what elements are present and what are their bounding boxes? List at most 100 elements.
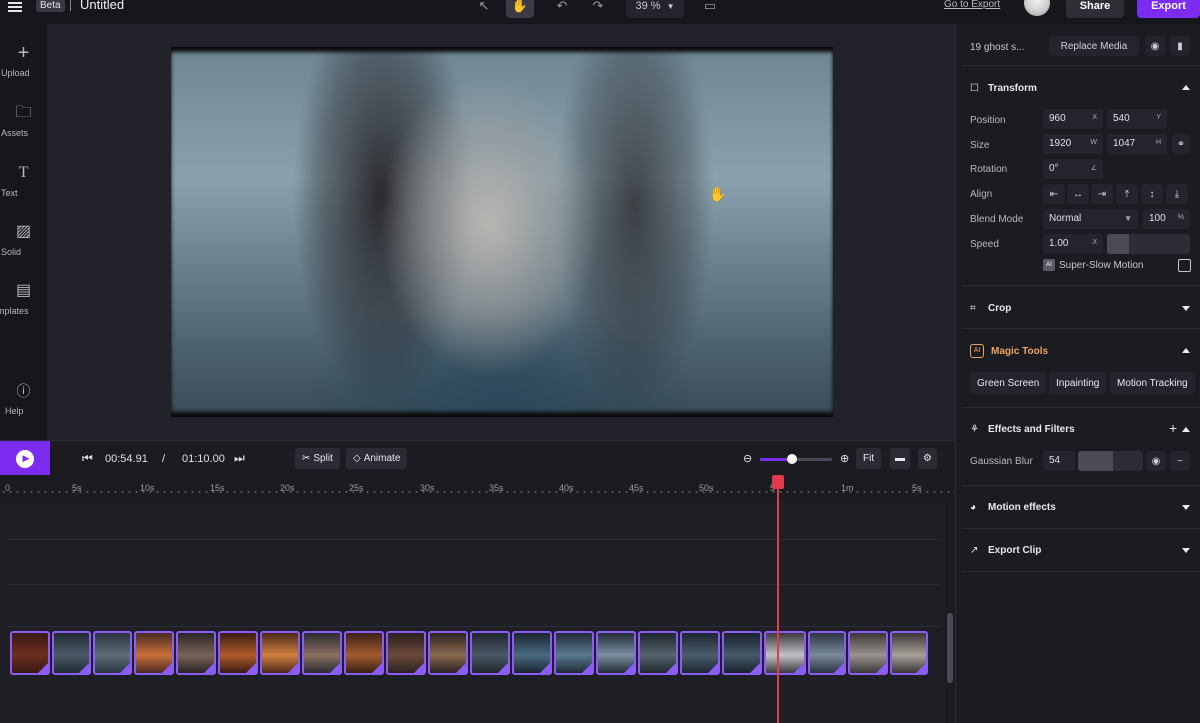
timeline-clip[interactable]	[134, 631, 174, 675]
align-right-icon[interactable]: ⇥	[1091, 184, 1113, 204]
skip-forward-icon[interactable]: ⏭	[234, 451, 245, 466]
transform-title[interactable]: Transform	[988, 83, 1037, 94]
timeline-clip[interactable]	[554, 631, 594, 675]
opacity-input[interactable]: 100 %	[1143, 209, 1190, 229]
timeline-zoom-slider[interactable]	[760, 454, 832, 464]
timeline-clip[interactable]	[808, 631, 846, 675]
video-preview[interactable]	[171, 47, 833, 417]
timeline-clip[interactable]	[638, 631, 678, 675]
timeline-clip[interactable]	[722, 631, 762, 675]
timeline-clip[interactable]	[260, 631, 300, 675]
replace-media-button[interactable]: Replace Media	[1049, 36, 1139, 56]
timeline-scrollbar[interactable]	[945, 503, 955, 723]
position-y-input[interactable]: 540 Y	[1107, 109, 1167, 129]
eye-icon[interactable]: ◉	[1146, 451, 1166, 471]
zoom-out-icon[interactable]: ⊖	[743, 452, 752, 465]
motion-effects-title[interactable]: Motion effects	[988, 502, 1056, 513]
gear-icon[interactable]: ⚙	[918, 448, 937, 469]
super-slow-checkbox[interactable]	[1178, 259, 1191, 272]
crop-title[interactable]: Crop	[988, 303, 1011, 314]
sidebar-item-text[interactable]: T Text	[0, 164, 47, 198]
redo-icon[interactable]: ↷	[584, 0, 612, 18]
playhead[interactable]	[777, 475, 779, 723]
fit-button[interactable]: Fit	[856, 448, 882, 469]
sidebar-item-upload[interactable]: + Upload	[0, 43, 47, 78]
split-button[interactable]: ✂ Split	[295, 448, 340, 469]
align-left-icon[interactable]: ⇤	[1043, 184, 1065, 204]
magic-tools-title[interactable]: Magic Tools	[991, 346, 1048, 357]
motion-tracking-button[interactable]: Motion Tracking	[1110, 372, 1195, 394]
track-height-icon[interactable]: ▬	[890, 448, 910, 469]
align-bottom-icon[interactable]: ⤓	[1166, 184, 1188, 204]
align-top-icon[interactable]: ⤒	[1116, 184, 1138, 204]
timeline-clip[interactable]	[10, 631, 50, 675]
eye-icon[interactable]: ◉	[1145, 36, 1165, 56]
chevron-down-icon[interactable]	[1182, 505, 1190, 510]
export-button[interactable]: Export	[1137, 0, 1200, 18]
chevron-up-icon[interactable]	[1182, 85, 1190, 90]
timeline-clip[interactable]	[52, 631, 91, 675]
timeline-clip[interactable]	[848, 631, 888, 675]
effects-title[interactable]: Effects and Filters	[988, 424, 1075, 435]
timeline-clip[interactable]	[512, 631, 552, 675]
zoom-slider-knob[interactable]	[787, 454, 798, 464]
timeline-clip[interactable]	[386, 631, 426, 675]
export-clip-title[interactable]: Export Clip	[988, 545, 1041, 556]
canvas-area[interactable]: ✋	[47, 24, 955, 440]
timeline-clip[interactable]	[680, 631, 720, 675]
timeline-clip[interactable]	[596, 631, 636, 675]
sidebar-item-help[interactable]: ⓘ Help	[0, 382, 47, 416]
remove-effect-icon[interactable]: −	[1170, 451, 1190, 471]
speed-input[interactable]: 1.00 X	[1043, 234, 1103, 254]
position-x-input[interactable]: 960 X	[1043, 109, 1103, 129]
menu-icon[interactable]	[8, 0, 22, 12]
size-height-input[interactable]: 1047 H	[1107, 134, 1167, 154]
chevron-up-icon[interactable]	[1182, 427, 1190, 432]
timeline-clip[interactable]	[302, 631, 342, 675]
green-screen-button[interactable]: Green Screen	[970, 372, 1047, 394]
sidebar-item-solid[interactable]: ▨ Solid	[0, 223, 47, 257]
timeline-clip[interactable]	[428, 631, 468, 675]
chevron-down-icon[interactable]	[1182, 548, 1190, 553]
timeline-clip[interactable]	[176, 631, 216, 675]
playhead-handle[interactable]	[772, 475, 784, 489]
chevron-up-icon[interactable]	[1182, 348, 1190, 353]
lock-icon[interactable]: ▮	[1170, 36, 1190, 56]
share-button[interactable]: Share	[1066, 0, 1124, 18]
undo-icon[interactable]: ↶	[548, 0, 576, 18]
zoom-in-icon[interactable]: ⊕	[840, 452, 849, 465]
hand-tool-icon[interactable]: ✋	[506, 0, 534, 18]
inpainting-button[interactable]: Inpainting	[1049, 372, 1107, 394]
safe-area-icon[interactable]: ▭	[696, 0, 724, 18]
scrollbar-thumb[interactable]	[947, 613, 953, 683]
zoom-dropdown[interactable]: 39 % ▼	[626, 0, 684, 18]
timeline-clip[interactable]	[218, 631, 258, 675]
rotation-input[interactable]: 0° ∠	[1043, 159, 1103, 179]
play-button[interactable]: ▶	[0, 441, 50, 476]
add-effect-icon[interactable]: +	[1169, 420, 1177, 436]
sidebar-item-assets[interactable]: 🗀 Assets	[0, 104, 47, 138]
gaussian-blur-input[interactable]: 54	[1043, 451, 1075, 471]
timeline-tracks[interactable]	[0, 503, 945, 723]
animate-button[interactable]: ◇ Animate	[346, 448, 408, 469]
size-width-input[interactable]: 1920 W	[1043, 134, 1103, 154]
gaussian-blur-slider[interactable]	[1078, 451, 1143, 471]
select-tool-icon[interactable]: ↖	[470, 0, 498, 18]
chevron-down-icon[interactable]	[1182, 306, 1190, 311]
go-to-export-link[interactable]: Go to Export	[944, 0, 1000, 10]
blend-mode-select[interactable]: Normal ▼	[1043, 209, 1138, 229]
avatar[interactable]	[1024, 0, 1050, 16]
align-center-h-icon[interactable]: ↔	[1067, 184, 1089, 204]
project-title[interactable]: Untitled	[80, 0, 124, 12]
timeline-clip[interactable]	[890, 631, 928, 675]
timeline-clip[interactable]	[470, 631, 510, 675]
sidebar-item-templates[interactable]: ▤ emplates	[0, 282, 47, 316]
link-aspect-icon[interactable]: ⚭	[1172, 134, 1190, 154]
timeline-clip[interactable]	[344, 631, 384, 675]
timeline-clip[interactable]	[93, 631, 132, 675]
skip-back-icon[interactable]: ⏮	[82, 451, 93, 466]
speed-slider[interactable]	[1107, 234, 1190, 254]
timeline-ruler[interactable]: 05s10s15s20s25s30s35s40s45s50s51m5s	[0, 475, 955, 503]
timeline-clip[interactable]	[764, 631, 806, 675]
align-center-v-icon[interactable]: ↕	[1141, 184, 1163, 204]
